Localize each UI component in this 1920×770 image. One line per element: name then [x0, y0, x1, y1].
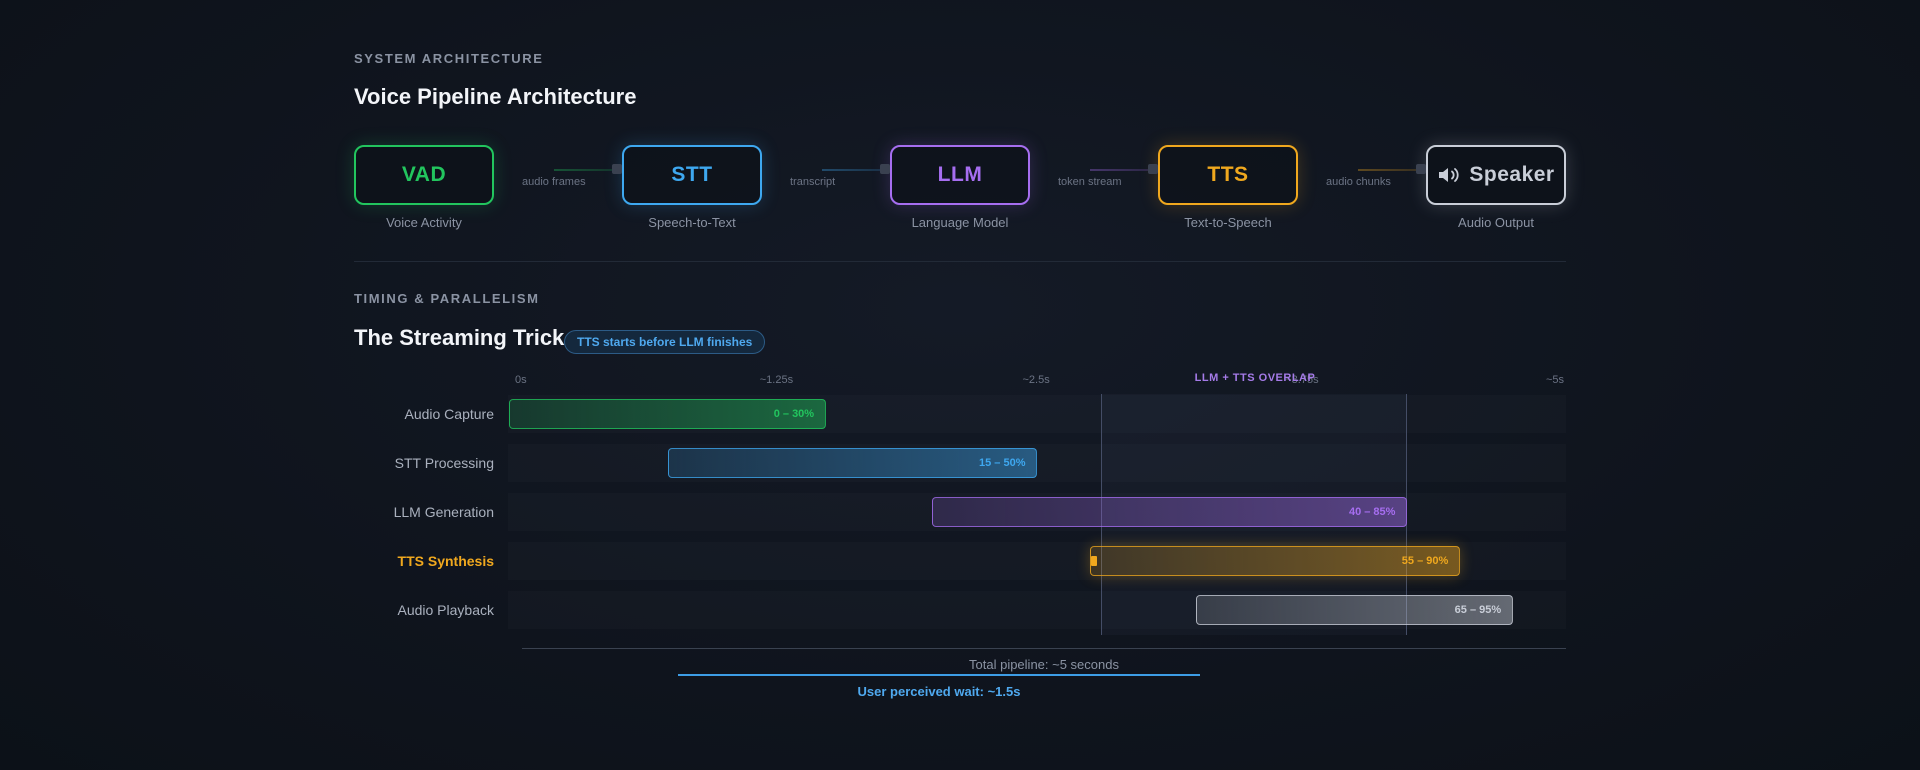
timing-title: The Streaming Trick — [354, 325, 565, 350]
node-stt: STT — [622, 145, 762, 205]
perceived-wait-text: User perceived wait: ~1.5s — [857, 684, 1021, 699]
timeline-bar: 0 – 30% — [509, 399, 827, 429]
timing-eyebrow: TIMING & PARALLELISM — [354, 291, 540, 306]
row-label: TTS Synthesis — [397, 553, 494, 569]
streaming-badge: TTS starts before LLM finishes — [564, 330, 766, 354]
node-tts-label: TTS — [1207, 163, 1249, 186]
connector-port — [1148, 164, 1158, 174]
node-speaker: Speaker — [1426, 145, 1566, 205]
node-llm-caption: Language Model — [911, 215, 1009, 230]
row-label: Audio Playback — [397, 602, 494, 618]
bar-range-label: 55 – 90% — [1401, 555, 1449, 567]
bar-start-marker — [1091, 556, 1098, 566]
bar-range-label: 0 – 30% — [773, 408, 815, 420]
node-vad-label: VAD — [401, 163, 447, 186]
timeline-bar: 15 – 50% — [667, 448, 1038, 478]
architecture-eyebrow: SYSTEM ARCHITECTURE — [354, 51, 544, 66]
node-speaker-label: Speaker — [1469, 163, 1555, 186]
bar-range-label: 15 – 50% — [979, 457, 1026, 469]
connector-port — [612, 164, 622, 174]
tick-label: 0s — [515, 374, 527, 386]
node-llm: LLM — [890, 145, 1030, 205]
connector-label: audio chunks — [1326, 176, 1391, 188]
node-speaker-caption: Audio Output — [1458, 215, 1534, 230]
speaker-icon — [1439, 168, 1459, 182]
node-vad-caption: Voice Activity — [386, 215, 462, 230]
node-vad: VAD — [354, 145, 494, 205]
total-pipeline-text: Total pipeline: ~5 seconds — [969, 657, 1119, 672]
bar-range-label: 40 – 85% — [1348, 506, 1396, 518]
node-stt-label: STT — [671, 163, 713, 186]
timeline-bar: 55 – 90% — [1090, 546, 1461, 576]
node-tts-caption: Text-to-Speech — [1184, 215, 1272, 230]
connector-port — [1416, 164, 1426, 174]
section-divider — [354, 261, 1566, 262]
connector-label: audio frames — [522, 176, 586, 188]
connector-port — [880, 164, 890, 174]
tick-label: ~1.25s — [759, 374, 794, 386]
row-label: Audio Capture — [404, 406, 494, 422]
overlap-label: LLM + TTS OVERLAP — [1194, 372, 1316, 384]
node-stt-caption: Speech-to-Text — [648, 215, 736, 230]
connector-label: transcript — [790, 176, 836, 188]
perceived-wait-line — [678, 674, 1200, 676]
tick-label: ~5s — [1546, 374, 1565, 386]
connector-label: token stream — [1058, 176, 1122, 188]
timeline-bar: 40 – 85% — [931, 497, 1408, 527]
timeline-axis-line — [522, 648, 1566, 649]
timeline-bar: 65 – 95% — [1196, 595, 1514, 625]
bar-range-label: 65 – 95% — [1454, 604, 1502, 616]
architecture-title: Voice Pipeline Architecture — [354, 84, 637, 109]
tick-label: ~2.5s — [1022, 374, 1050, 386]
row-label: STT Processing — [394, 455, 494, 471]
row-label: LLM Generation — [393, 504, 494, 520]
node-tts: TTS — [1158, 145, 1298, 205]
node-llm-label: LLM — [937, 163, 983, 186]
